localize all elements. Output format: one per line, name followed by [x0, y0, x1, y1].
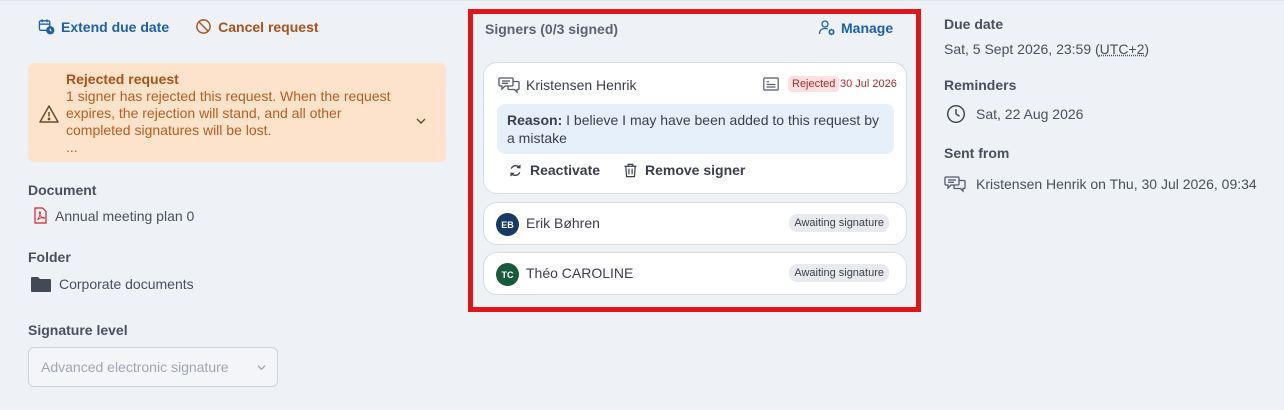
signer-card: EB Erik Bøhren Awaiting signature — [483, 202, 907, 245]
reason-text: I believe I may have been added to this … — [507, 112, 879, 146]
remove-signer-button[interactable]: Remove signer — [623, 162, 745, 178]
warning-icon — [39, 105, 59, 123]
signature-level-select[interactable]: Advanced electronic signature — [28, 347, 278, 387]
reactivate-label: Reactivate — [530, 162, 601, 178]
rejected-date: 30 Jul 2026 — [840, 78, 897, 90]
status-badge: Awaiting signature — [789, 214, 889, 232]
timezone-abbr[interactable]: UTC+2 — [1100, 41, 1145, 57]
reminder-value: Sat, 22 Aug 2026 — [946, 104, 1083, 124]
request-actions: Extend due date Cancel request — [38, 18, 319, 35]
sent-from-text: Kristensen Henrik on Thu, 30 Jul 2026, 0… — [976, 176, 1257, 192]
calendar-clock-icon — [38, 19, 55, 35]
status-badge: Awaiting signature — [789, 264, 889, 282]
reminder-date: Sat, 22 Aug 2026 — [976, 106, 1084, 122]
document-name: Annual meeting plan 0 — [55, 207, 195, 224]
rejected-request-alert: Rejected request 1 signer has rejected t… — [28, 63, 446, 162]
avatar: TC — [496, 263, 519, 286]
signers-title: Signers (0/3 signed) — [485, 21, 619, 37]
cancel-request-button[interactable]: Cancel request — [195, 18, 319, 35]
alert-title: Rejected request — [66, 71, 179, 87]
signature-level-value: Advanced electronic signature — [41, 359, 229, 375]
user-settings-icon — [818, 20, 835, 36]
extend-due-date-label: Extend due date — [61, 18, 170, 35]
sent-from-label: Sent from — [944, 145, 1010, 161]
alert-more: ... — [66, 139, 78, 155]
cancel-icon — [196, 19, 211, 34]
refresh-icon — [510, 164, 521, 176]
document-label: Document — [28, 182, 97, 198]
reactivate-button[interactable]: Reactivate — [508, 162, 600, 178]
clock-icon — [946, 104, 966, 124]
extend-due-date-button[interactable]: Extend due date — [38, 18, 169, 35]
folder-label: Folder — [28, 249, 71, 265]
chevron-down-icon[interactable] — [415, 115, 427, 127]
cancel-request-label: Cancel request — [218, 18, 319, 35]
trash-icon — [624, 163, 637, 177]
top-divider — [0, 0, 1284, 1]
due-date-suffix: ) — [1144, 41, 1150, 57]
signature-level-label: Signature level — [28, 322, 128, 338]
remove-signer-label: Remove signer — [645, 162, 746, 178]
document-value[interactable]: Annual meeting plan 0 — [34, 207, 194, 224]
folder-name: Corporate documents — [59, 276, 194, 292]
reminders-label: Reminders — [944, 77, 1017, 93]
reason-label: Reason: — [507, 112, 563, 128]
due-date-text: Sat, 5 Sept 2026, 23:59 ( — [944, 41, 1100, 57]
sent-from-value: Kristensen Henrik on Thu, 30 Jul 2026, 0… — [944, 175, 1257, 193]
pdf-file-icon — [34, 207, 47, 224]
folder-icon — [31, 277, 51, 292]
avatar: EB — [496, 213, 519, 236]
chevron-down-icon — [257, 365, 266, 371]
chat-bubbles-icon — [498, 77, 520, 94]
alert-text: 1 signer has rejected this request. When… — [66, 88, 391, 138]
signer-name: Kristensen Henrik — [526, 77, 637, 93]
folder-value[interactable]: Corporate documents — [31, 276, 194, 292]
due-date-label: Due date — [944, 16, 1004, 32]
manage-label: Manage — [841, 20, 894, 36]
status-badge: Rejected — [788, 76, 840, 92]
rejection-reason: Reason: I believe I may have been added … — [497, 104, 894, 154]
chat-bubbles-icon — [944, 176, 966, 193]
signer-card-rejected: Kristensen Henrik Rejected 30 Jul 2026 R… — [483, 62, 907, 194]
signer-name: Théo CAROLINE — [526, 265, 634, 281]
signer-card: TC Théo CAROLINE Awaiting signature — [483, 252, 907, 295]
manage-signers-button[interactable]: Manage — [818, 19, 893, 37]
id-card-icon — [763, 77, 779, 91]
due-date-value: Sat, 5 Sept 2026, 23:59 (UTC+2) — [944, 41, 1149, 57]
signer-name: Erik Bøhren — [526, 215, 600, 231]
